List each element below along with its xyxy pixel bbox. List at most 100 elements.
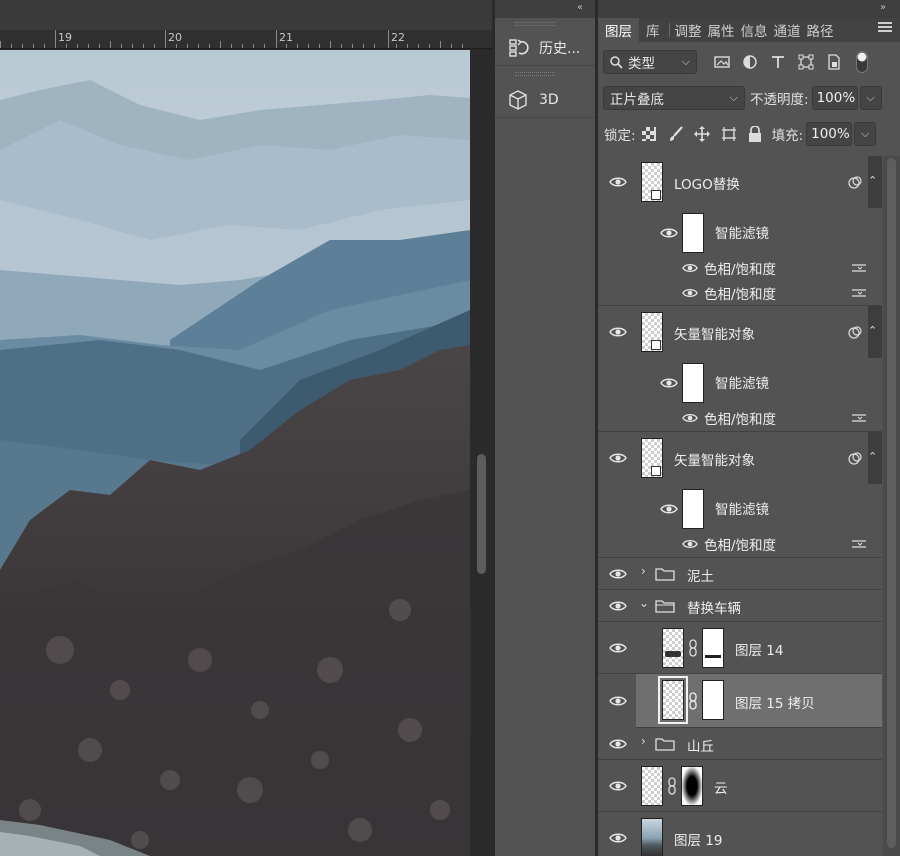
layer-row-selected[interactable]: 图层 15 拷贝 xyxy=(598,674,882,728)
eye-visibility-icon[interactable] xyxy=(682,287,698,299)
eye-visibility-icon[interactable] xyxy=(609,780,627,792)
document-canvas-area[interactable]: 19 20 21 22 xyxy=(0,0,492,856)
filter-toggle-switch[interactable] xyxy=(856,51,868,73)
layer-name[interactable]: LOGO替换 xyxy=(674,173,740,193)
tab-channels[interactable]: 通道 xyxy=(771,18,804,42)
history-panel-button[interactable]: 历史... xyxy=(495,30,595,66)
layer-name[interactable]: 图层 19 xyxy=(674,829,722,849)
layer-name[interactable]: 替换车辆 xyxy=(687,597,741,617)
filter-kind-select[interactable]: 类型 ⌵ xyxy=(603,50,697,74)
smart-filter-mask-thumbnail[interactable] xyxy=(682,489,704,529)
fill-input[interactable]: 100% xyxy=(806,122,853,146)
eye-visibility-icon[interactable] xyxy=(609,452,627,464)
mask-link-icon[interactable] xyxy=(688,639,698,657)
fill-slider-button[interactable]: ⌵ xyxy=(854,122,877,146)
chevron-up-icon[interactable]: ⌃ xyxy=(868,174,878,187)
image-filter-icon[interactable] xyxy=(714,54,730,70)
chevron-up-icon[interactable]: ⌃ xyxy=(868,450,878,463)
filter-blending-options-icon[interactable] xyxy=(852,263,866,273)
layer-row-vector-smart-object[interactable]: 矢量智能对象 ⌃ 智能滤镜 色相/饱和度 xyxy=(598,432,882,558)
filter-name[interactable]: 色相/饱和度 xyxy=(704,283,776,303)
layer-row-vector-smart-object[interactable]: 矢量智能对象 ⌃ 智能滤镜 色相/饱和度 xyxy=(598,306,882,432)
canvas-vertical-scrollbar[interactable] xyxy=(470,50,492,856)
tab-libraries[interactable]: 库 xyxy=(639,18,667,42)
layer-name[interactable]: 图层 15 拷贝 xyxy=(735,692,815,712)
smart-filter-mask-thumbnail[interactable] xyxy=(682,363,704,403)
filter-blending-options-icon[interactable] xyxy=(852,539,866,549)
eye-visibility-icon[interactable] xyxy=(609,695,627,707)
layer-name[interactable]: 图层 14 xyxy=(735,639,783,659)
layer-list-scroll-thumb[interactable] xyxy=(887,158,896,848)
eye-visibility-icon[interactable] xyxy=(609,568,627,580)
eye-visibility-icon[interactable] xyxy=(609,600,627,612)
layer-group-row[interactable]: ⌄ 替换车辆 xyxy=(598,590,882,622)
chevron-right-icon[interactable]: › xyxy=(641,734,646,748)
layer-name[interactable]: 山丘 xyxy=(687,735,714,755)
smart-object-filter-icon[interactable] xyxy=(826,54,842,70)
tab-paths[interactable]: 路径 xyxy=(804,18,837,42)
lock-artboard-icon[interactable] xyxy=(721,126,737,142)
mask-link-icon[interactable] xyxy=(688,692,698,710)
filter-name[interactable]: 色相/饱和度 xyxy=(704,534,776,554)
tab-info[interactable]: 信息 xyxy=(738,18,771,42)
filter-blending-options-icon[interactable] xyxy=(852,288,866,298)
filter-blending-options-icon[interactable] xyxy=(852,413,866,423)
layer-group-row[interactable]: › 山丘 xyxy=(598,728,882,760)
eye-visibility-icon[interactable] xyxy=(609,642,627,654)
horizontal-ruler[interactable]: 19 20 21 22 xyxy=(0,30,492,49)
panel-grip-handle[interactable] xyxy=(515,22,555,26)
lock-all-icon[interactable] xyxy=(748,126,762,142)
filter-name[interactable]: 色相/饱和度 xyxy=(704,408,776,428)
smart-filters-label[interactable]: 智能滤镜 xyxy=(715,372,769,392)
type-filter-icon[interactable] xyxy=(770,54,786,70)
collapse-right-icon[interactable]: ›› xyxy=(880,2,886,13)
opacity-input[interactable]: 100% xyxy=(811,86,858,110)
eye-visibility-icon[interactable] xyxy=(609,832,627,844)
layer-mask-thumbnail[interactable] xyxy=(681,766,703,806)
panel-grip-handle[interactable] xyxy=(515,72,555,76)
chevron-up-icon[interactable]: ⌃ xyxy=(868,324,878,337)
tab-properties[interactable]: 属性 xyxy=(705,18,738,42)
eye-visibility-icon[interactable] xyxy=(660,503,678,515)
layer-row-logo-replace[interactable]: LOGO替换 ⌃ 智能滤镜 色相/饱和度 色相/饱和度 xyxy=(598,156,882,306)
smart-filters-label[interactable]: 智能滤镜 xyxy=(715,498,769,518)
eye-visibility-icon[interactable] xyxy=(609,326,627,338)
panel-menu-icon[interactable] xyxy=(878,22,892,34)
layer-name[interactable]: 云 xyxy=(714,777,728,797)
lock-position-icon[interactable] xyxy=(693,126,710,142)
layer-name[interactable]: 泥土 xyxy=(687,565,714,585)
mask-link-icon[interactable] xyxy=(667,777,677,795)
canvas-image-mountain-scene[interactable] xyxy=(0,50,470,856)
layer-name[interactable]: 矢量智能对象 xyxy=(674,323,755,343)
smart-filter-mask-thumbnail[interactable] xyxy=(682,213,704,253)
layer-list-scrollbar[interactable] xyxy=(883,156,900,856)
layer-mask-thumbnail[interactable] xyxy=(702,628,724,668)
layer-row[interactable]: 云 xyxy=(598,760,882,812)
shape-filter-icon[interactable] xyxy=(798,54,814,70)
eye-visibility-icon[interactable] xyxy=(682,262,698,274)
tab-adjustments[interactable]: 调整 xyxy=(672,18,705,42)
collapse-left-icon[interactable]: ‹‹ xyxy=(577,2,583,13)
canvas-scroll-thumb[interactable] xyxy=(477,454,486,574)
eye-visibility-icon[interactable] xyxy=(609,176,627,188)
layer-name[interactable]: 矢量智能对象 xyxy=(674,449,755,469)
layer-group-row[interactable]: › 泥土 xyxy=(598,558,882,590)
chevron-right-icon[interactable]: › xyxy=(641,564,646,578)
blend-mode-select[interactable]: 正片叠底 ⌵ xyxy=(603,86,745,110)
eye-visibility-icon[interactable] xyxy=(682,412,698,424)
lock-transparent-pixels-icon[interactable] xyxy=(641,127,656,141)
adjustment-filter-icon[interactable] xyxy=(742,54,758,70)
smart-filters-label[interactable]: 智能滤镜 xyxy=(715,222,769,242)
eye-visibility-icon[interactable] xyxy=(660,227,678,239)
layer-mask-thumbnail[interactable] xyxy=(702,680,724,720)
opacity-slider-button[interactable]: ⌵ xyxy=(859,86,882,110)
eye-visibility-icon[interactable] xyxy=(660,377,678,389)
3d-panel-button[interactable]: 3D xyxy=(495,82,595,118)
lock-image-pixels-icon[interactable] xyxy=(668,126,684,142)
layer-row[interactable]: 图层 19 xyxy=(598,812,882,856)
eye-visibility-icon[interactable] xyxy=(682,538,698,550)
eye-visibility-icon[interactable] xyxy=(609,738,627,750)
chevron-down-icon[interactable]: ⌄ xyxy=(639,596,649,610)
tab-layers[interactable]: 图层 xyxy=(598,18,639,42)
filter-name[interactable]: 色相/饱和度 xyxy=(704,258,776,278)
